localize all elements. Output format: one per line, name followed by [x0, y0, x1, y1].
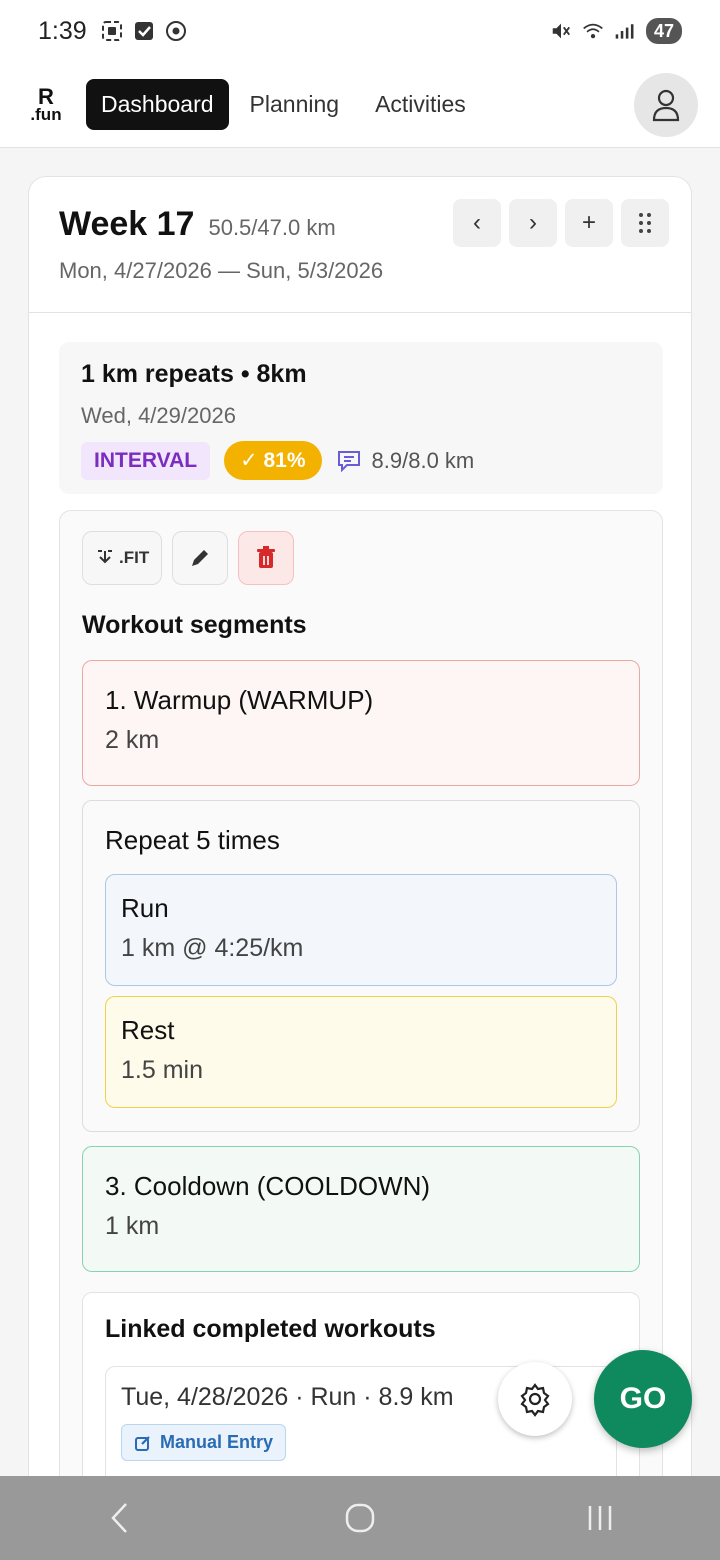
week-date-range: Mon, 4/27/2026 — Sun, 5/3/2026 [59, 258, 384, 283]
settings-button[interactable] [498, 1362, 572, 1436]
segment-cooldown[interactable]: 3. Cooldown (COOLDOWN) 1 km [82, 1146, 640, 1272]
recents-button[interactable] [570, 1488, 630, 1548]
manual-entry-label: Manual Entry [160, 1432, 274, 1452]
trash-icon [257, 546, 276, 568]
fit-label: .FIT [119, 548, 150, 567]
gear-icon [520, 1383, 550, 1417]
delete-workout-button[interactable] [238, 531, 295, 585]
segment-title: Rest [121, 1015, 175, 1045]
workout-distance: 8.9/8.0 km [371, 447, 475, 473]
next-week-button[interactable]: › [509, 199, 557, 247]
logo-text-bottom: .fun [30, 105, 62, 124]
segment-title: 1. Warmup (WARMUP) [105, 685, 374, 715]
workout-actions: .FIT [82, 531, 640, 585]
segment-title: Run [121, 893, 169, 923]
segment-detail: 1 km @ 4:25/km [121, 934, 304, 962]
recents-icon [588, 1506, 612, 1530]
user-icon [652, 89, 680, 121]
workout-details: .FIT Workout segments 1. Warmup (WARMUP)… [59, 510, 663, 1560]
edit-square-icon [135, 1435, 150, 1451]
wifi-icon [582, 20, 604, 42]
segment-run[interactable]: Run 1 km @ 4:25/km [105, 874, 617, 986]
workout-title: 1 km repeats • 8km [81, 360, 307, 388]
home-circle-icon [345, 1503, 375, 1533]
more-options-button[interactable] [621, 199, 669, 247]
comment-icon[interactable] [336, 449, 362, 473]
back-button[interactable] [90, 1488, 150, 1548]
repeat-title: Repeat 5 times [105, 825, 280, 855]
back-chevron-icon [111, 1503, 127, 1533]
app-logo[interactable]: R .fun [26, 86, 66, 124]
download-fit-button[interactable]: .FIT [82, 531, 163, 585]
status-time: 1:39 [38, 16, 87, 45]
status-bar: 1:39 47 [0, 0, 720, 62]
download-icon [98, 550, 112, 564]
grip-dots-icon [639, 213, 651, 233]
tab-activities[interactable]: Activities [360, 79, 481, 130]
week-title: Week 17 [59, 205, 195, 243]
previous-week-button[interactable]: ‹ [453, 199, 501, 247]
segment-detail: 1.5 min [121, 1056, 203, 1084]
location-icon [165, 20, 187, 42]
segment-detail: 1 km [105, 1212, 160, 1240]
check-box-icon [133, 20, 155, 42]
segment-title: 3. Cooldown (COOLDOWN) [105, 1171, 431, 1201]
week-header: Week 17 50.5/47.0 km Mon, 4/27/2026 — Su… [29, 177, 691, 313]
battery-indicator: 47 [645, 18, 682, 44]
screenshot-icon [101, 20, 123, 42]
workout-summary[interactable]: 1 km repeats • 8km Wed, 4/29/2026 INTERV… [59, 342, 663, 494]
signal-icon [614, 20, 636, 42]
linked-heading: Linked completed workouts [105, 1315, 436, 1343]
tab-planning[interactable]: Planning [235, 79, 355, 130]
home-button[interactable] [330, 1488, 390, 1548]
week-distance: 50.5/47.0 km [208, 215, 336, 240]
app-header: R .fun Dashboard Planning Activities [0, 62, 720, 148]
pencil-icon [192, 550, 209, 566]
main-nav: Dashboard Planning Activities [86, 79, 481, 130]
edit-workout-button[interactable] [172, 531, 229, 585]
week-card: Week 17 50.5/47.0 km Mon, 4/27/2026 — Su… [28, 176, 692, 1560]
manual-entry-badge: Manual Entry [121, 1424, 287, 1461]
add-workout-button[interactable]: + [565, 199, 613, 247]
user-avatar-button[interactable] [634, 72, 698, 137]
segments-heading: Workout segments [82, 611, 307, 639]
workout-date: Wed, 4/29/2026 [81, 403, 236, 428]
workout-type-badge: INTERVAL [81, 441, 211, 480]
segment-rest[interactable]: Rest 1.5 min [105, 996, 617, 1108]
system-nav-bar [0, 1476, 720, 1560]
mute-icon [550, 20, 572, 42]
week-controls: ‹ › + [453, 199, 669, 247]
go-button[interactable]: GO [594, 1350, 692, 1448]
segment-repeat-group[interactable]: Repeat 5 times Run 1 km @ 4:25/km Rest 1… [82, 800, 640, 1132]
tab-dashboard[interactable]: Dashboard [86, 79, 229, 130]
completion-badge: ✓ 81% [224, 441, 322, 480]
segment-detail: 2 km [105, 726, 160, 754]
segment-warmup[interactable]: 1. Warmup (WARMUP) 2 km [82, 660, 640, 786]
